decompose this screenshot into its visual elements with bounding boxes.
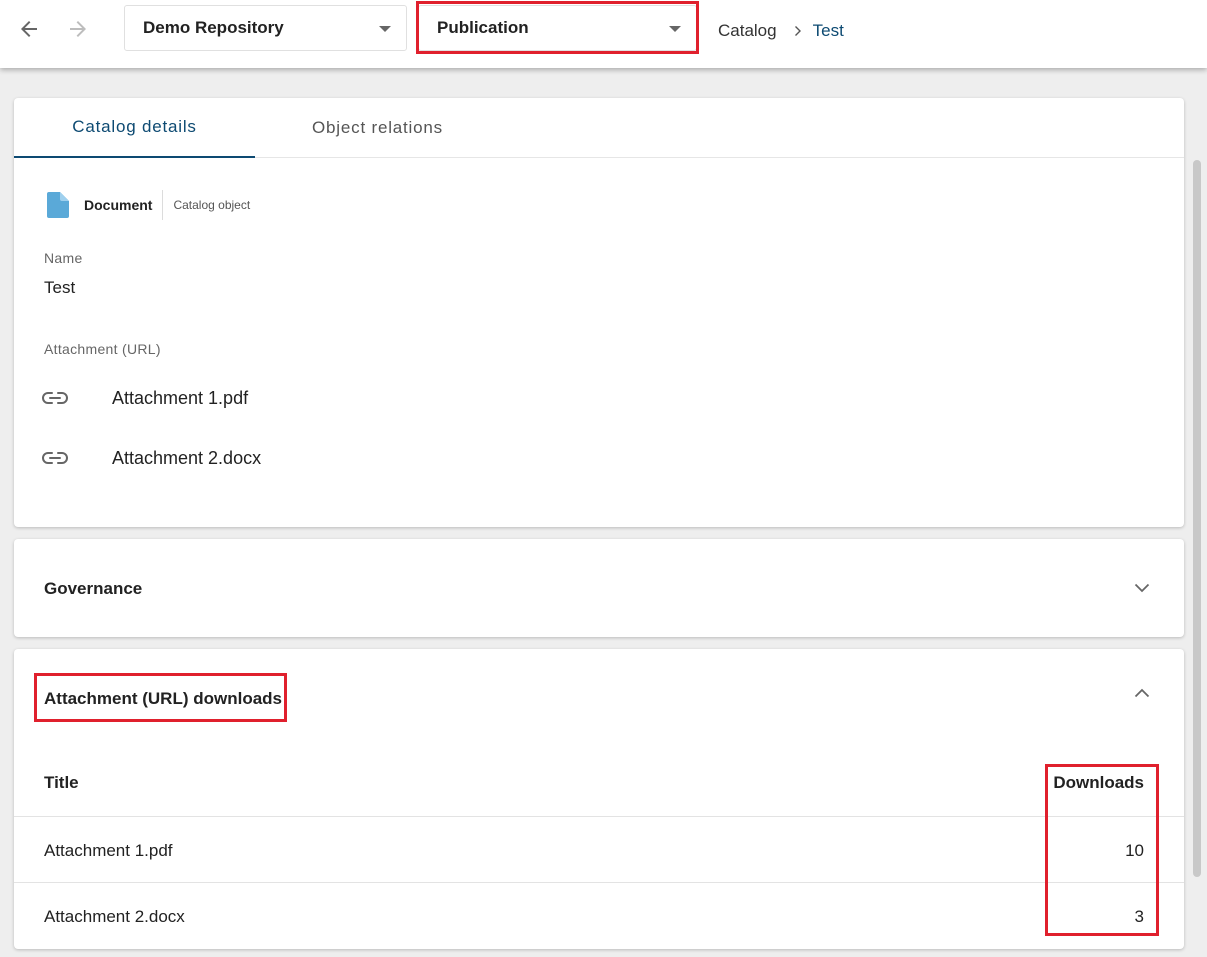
arrow-left-icon [21, 21, 37, 37]
row-title: Attachment 1.pdf [44, 841, 173, 860]
catalog-details-card: Catalog details Object relations Documen… [14, 98, 1184, 527]
breadcrumb-catalog[interactable]: Catalog [718, 21, 777, 41]
attachment-label: Attachment (URL) [44, 341, 161, 357]
tab-catalog-details[interactable]: Catalog details [14, 98, 255, 158]
chevron-up-icon[interactable] [1130, 681, 1154, 705]
attachment-downloads-panel: Attachment (URL) downloads Title Downloa… [14, 649, 1184, 949]
table-row: Attachment 1.pdf 10 [14, 817, 1184, 883]
repository-select-value: Demo Repository [143, 18, 284, 37]
attachment-link[interactable]: Attachment 2.docx [42, 446, 261, 470]
object-kind: Catalog object [173, 198, 251, 212]
row-title: Attachment 2.docx [44, 907, 185, 926]
repository-select[interactable]: Demo Repository [124, 5, 407, 51]
attachment-name: Attachment 2.docx [112, 447, 262, 468]
chevron-right-icon [793, 25, 803, 37]
table-row: Attachment 2.docx 3 [14, 883, 1184, 949]
link-icon [42, 446, 70, 470]
column-header-downloads[interactable]: Downloads [1053, 773, 1144, 793]
name-value: Test [44, 278, 76, 297]
breadcrumb-current: Test [812, 21, 844, 40]
breadcrumb: Catalog Test [718, 20, 844, 42]
column-header-title[interactable]: Title [44, 773, 79, 793]
object-type: Document [84, 197, 153, 213]
tab-object-relations[interactable]: Object relations [255, 98, 500, 158]
scope-select[interactable]: Publication [418, 5, 697, 51]
link-icon [42, 386, 70, 410]
downloads-table: Title Downloads Attachment 1.pdf 10 Atta… [14, 749, 1184, 949]
vertical-scrollbar[interactable] [1193, 160, 1201, 877]
caret-down-icon [669, 26, 681, 32]
back-button[interactable] [10, 10, 48, 48]
governance-title: Governance [44, 579, 143, 598]
tab-bar: Catalog details Object relations [14, 98, 1184, 158]
row-downloads: 10 [1125, 841, 1144, 860]
table-header: Title Downloads [14, 749, 1184, 817]
arrow-right-icon [70, 21, 86, 37]
scope-select-value: Publication [437, 18, 529, 37]
document-icon [46, 191, 70, 219]
top-bar: Demo Repository Publication Catalog Test [0, 0, 1207, 68]
name-label: Name [44, 250, 83, 266]
chevron-down-icon[interactable] [1130, 576, 1154, 600]
downloads-panel-title: Attachment (URL) downloads [44, 689, 282, 708]
attachment-name: Attachment 1.pdf [112, 387, 249, 408]
row-downloads: 3 [1134, 907, 1144, 926]
divider [162, 190, 164, 220]
forward-button[interactable] [59, 10, 97, 48]
governance-panel[interactable]: Governance [14, 539, 1184, 637]
attachment-link[interactable]: Attachment 1.pdf [42, 386, 248, 410]
caret-down-icon [379, 26, 391, 32]
object-type-row: Document Catalog object [46, 190, 251, 220]
